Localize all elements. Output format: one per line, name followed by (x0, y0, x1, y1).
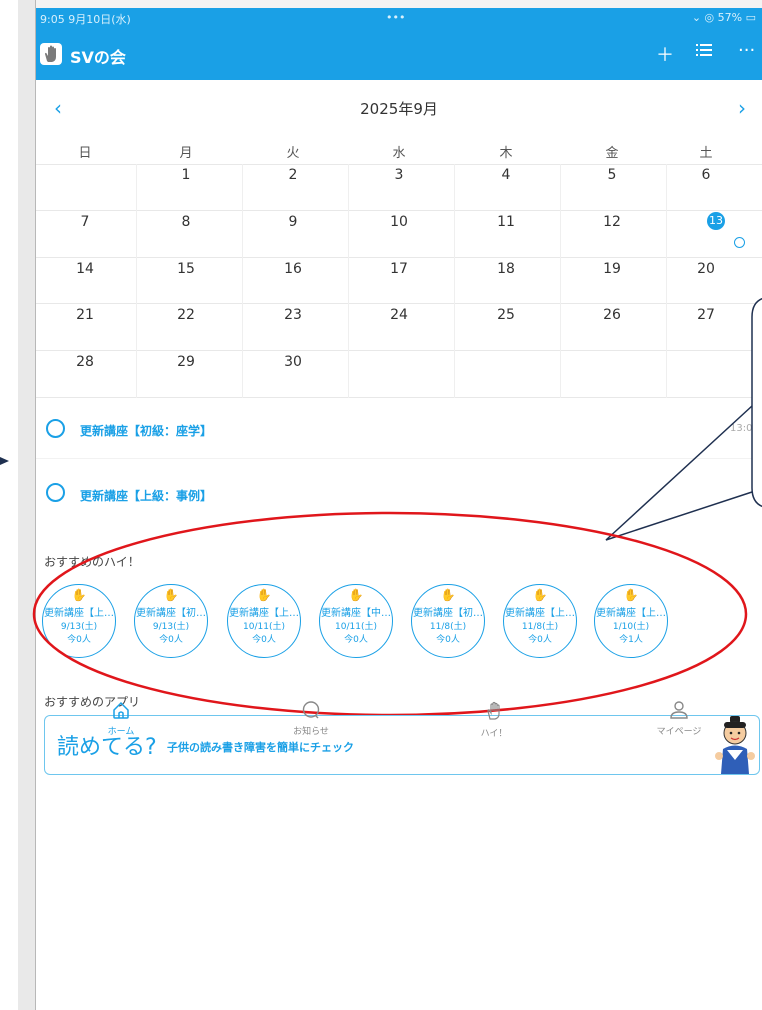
tab-news-label: お知らせ (293, 727, 329, 737)
hand-icon (487, 701, 500, 720)
app-banner-text: 子供の読み書き障害を簡単にチェック (167, 741, 354, 754)
person-icon (670, 701, 688, 719)
tab-home-label: ホーム (107, 727, 135, 737)
home-icon (113, 701, 129, 719)
tab-news[interactable]: お知らせ (246, 700, 376, 737)
highlight-ellipse (32, 511, 748, 717)
tab-hi[interactable]: ハイ！ (429, 700, 559, 739)
tab-hi-label: ハイ！ (480, 729, 508, 739)
tab-home[interactable]: ホーム (56, 700, 186, 737)
chat-icon (302, 701, 320, 719)
tab-mypage[interactable]: マイページ (614, 700, 744, 737)
tab-mypage-label: マイページ (656, 727, 702, 737)
